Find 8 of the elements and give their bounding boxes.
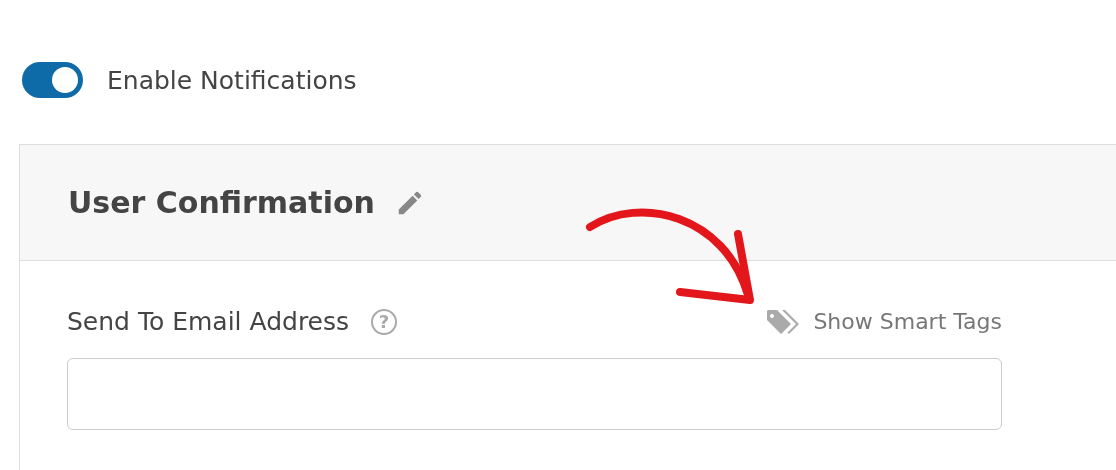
field-label: Send To Email Address (67, 307, 350, 336)
help-icon[interactable]: ? (371, 308, 398, 335)
panel-title: User Confirmation (68, 185, 375, 220)
toggle-switch[interactable] (22, 62, 83, 98)
email-input[interactable] (67, 358, 1002, 430)
tag-icon (765, 307, 802, 336)
toggle-label: Enable Notifications (107, 65, 357, 95)
smart-tags-link[interactable]: Show Smart Tags (765, 307, 1002, 336)
